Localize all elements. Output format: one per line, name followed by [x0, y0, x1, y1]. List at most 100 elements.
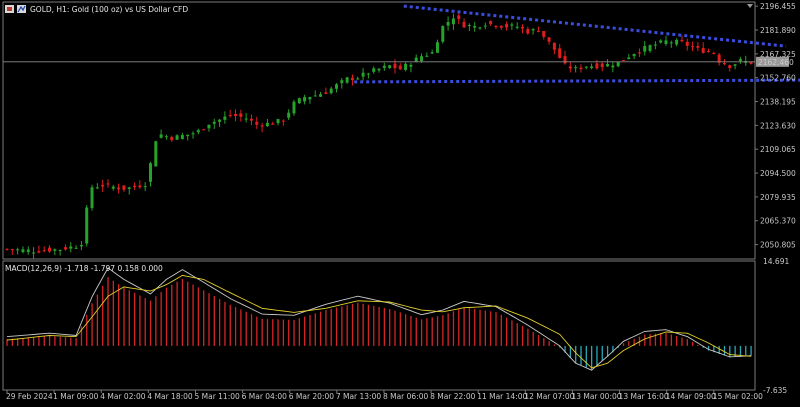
- macd-hist-bar: [606, 345, 609, 357]
- macd-hist-bar: [410, 315, 412, 346]
- time-tick-label: 6 Mar 20:00: [289, 392, 335, 401]
- macd-hist-bar: [203, 290, 205, 346]
- macd-hist-bar: [165, 287, 168, 346]
- candle-body: [653, 44, 657, 46]
- candle-body: [574, 67, 578, 69]
- macd-hist-bar: [389, 308, 391, 346]
- macd-hist-bar: [43, 336, 45, 346]
- macd-hist-bar: [335, 307, 338, 346]
- candle-body: [685, 41, 689, 46]
- time-tick-label: 15 Mar 02:00: [713, 392, 763, 401]
- macd-hist-bar: [341, 306, 343, 346]
- candle-body: [329, 88, 333, 94]
- macd-tick-label: 14.691: [763, 257, 789, 266]
- price-tick-label: 2094.500: [760, 169, 796, 178]
- macd-hist-bar: [192, 284, 194, 346]
- macd-hist-bar: [75, 338, 77, 346]
- macd-hist-bar: [415, 317, 417, 346]
- candle-body: [616, 61, 620, 67]
- candle-body: [281, 120, 285, 122]
- price-tick-label: 2109.065: [760, 145, 796, 154]
- candle-body: [414, 57, 418, 62]
- macd-hist-bar: [436, 316, 439, 346]
- candle-body: [457, 15, 461, 20]
- macd-hist-bar: [102, 285, 104, 346]
- macd-hist-bar: [750, 345, 752, 357]
- price-tick-label: 2138.195: [760, 98, 796, 107]
- candle-body: [255, 121, 259, 125]
- candle-body: [74, 247, 78, 249]
- candle-body: [393, 63, 397, 69]
- macd-hist-bar: [91, 303, 93, 346]
- candle-body: [489, 20, 493, 24]
- candle-body: [691, 46, 695, 48]
- macd-hist-bar: [70, 337, 72, 346]
- macd-hist-bar: [224, 301, 226, 346]
- candle-body: [21, 249, 25, 253]
- time-tick-label: 8 Mar 06:00: [383, 392, 429, 401]
- macd-hist-bar: [622, 343, 625, 346]
- candle-body: [10, 249, 14, 251]
- candle-body: [435, 42, 439, 53]
- trendline-upper[interactable]: [403, 4, 787, 48]
- candle-body: [313, 95, 317, 97]
- macd-hist-bar: [596, 345, 598, 366]
- macd-hist-bar: [745, 345, 747, 357]
- candle-body: [138, 185, 142, 188]
- macd-hist-bar: [266, 319, 269, 346]
- candle-body: [712, 52, 716, 54]
- macd-hist-bar: [468, 308, 471, 346]
- candle-body: [244, 118, 248, 120]
- candle-body: [521, 26, 525, 29]
- candle-body: [324, 92, 328, 94]
- macd-hist-bar: [261, 318, 263, 346]
- candle-body: [297, 98, 301, 104]
- candle-body: [648, 45, 652, 51]
- candle-body: [69, 246, 73, 249]
- candle-body: [483, 25, 487, 27]
- macd-hist-bar: [516, 323, 518, 346]
- candle-body: [16, 249, 20, 251]
- macd-hist-bar: [245, 311, 247, 346]
- chart-title: GOLD, H1: Gold (100 oz) vs US Dollar CFD: [30, 5, 188, 14]
- macd-hist-bar: [298, 318, 300, 346]
- macd-hist-bar: [505, 317, 508, 346]
- macd-hist-bar: [197, 287, 200, 346]
- macd-hist-bar: [32, 337, 35, 346]
- candle-body: [505, 24, 509, 28]
- time-tick-label: 1 Mar 09:00: [53, 392, 99, 401]
- macd-hist-bar: [490, 311, 492, 346]
- candle-body: [526, 29, 530, 34]
- candle-body: [494, 25, 498, 28]
- candle-body: [292, 101, 296, 114]
- macd-hist-bar: [351, 303, 354, 346]
- candle-body: [356, 78, 360, 80]
- macd-hist-bar: [676, 336, 678, 346]
- macd-hist-bar: [548, 341, 550, 346]
- candle-body: [606, 64, 610, 67]
- macd-hist-bar: [293, 319, 295, 346]
- candle-body: [510, 24, 514, 26]
- candle-body: [478, 27, 482, 29]
- time-tick-label: 13 Mar 16:00: [619, 392, 669, 401]
- candle-body: [451, 18, 455, 25]
- candle-body: [143, 186, 147, 188]
- macd-title: MACD(12,26,9) -1.718 -1.797 0.158 0.000: [5, 264, 163, 273]
- candle-body: [632, 54, 636, 57]
- current-price-label: 2162.460: [758, 58, 794, 67]
- macd-hist-bar: [325, 310, 327, 346]
- candle-body: [515, 26, 519, 28]
- macd-hist-bar: [484, 310, 487, 346]
- chart-svg[interactable]: 2162.460 2196.455 2181.890 2167.325 2152.760…: [0, 0, 800, 407]
- trendline-lower[interactable]: [354, 78, 800, 84]
- macd-hist-bar: [208, 293, 210, 346]
- price-tick-label: 2181.890: [760, 26, 796, 35]
- candle-body: [558, 48, 562, 59]
- candle-body: [223, 116, 227, 120]
- price-tick-label: 2079.935: [760, 193, 796, 202]
- candle-body: [707, 50, 711, 52]
- candle-body: [590, 66, 594, 68]
- scroll-marker-icon[interactable]: [747, 4, 753, 8]
- candle-body: [5, 248, 9, 250]
- candle-body: [701, 47, 705, 53]
